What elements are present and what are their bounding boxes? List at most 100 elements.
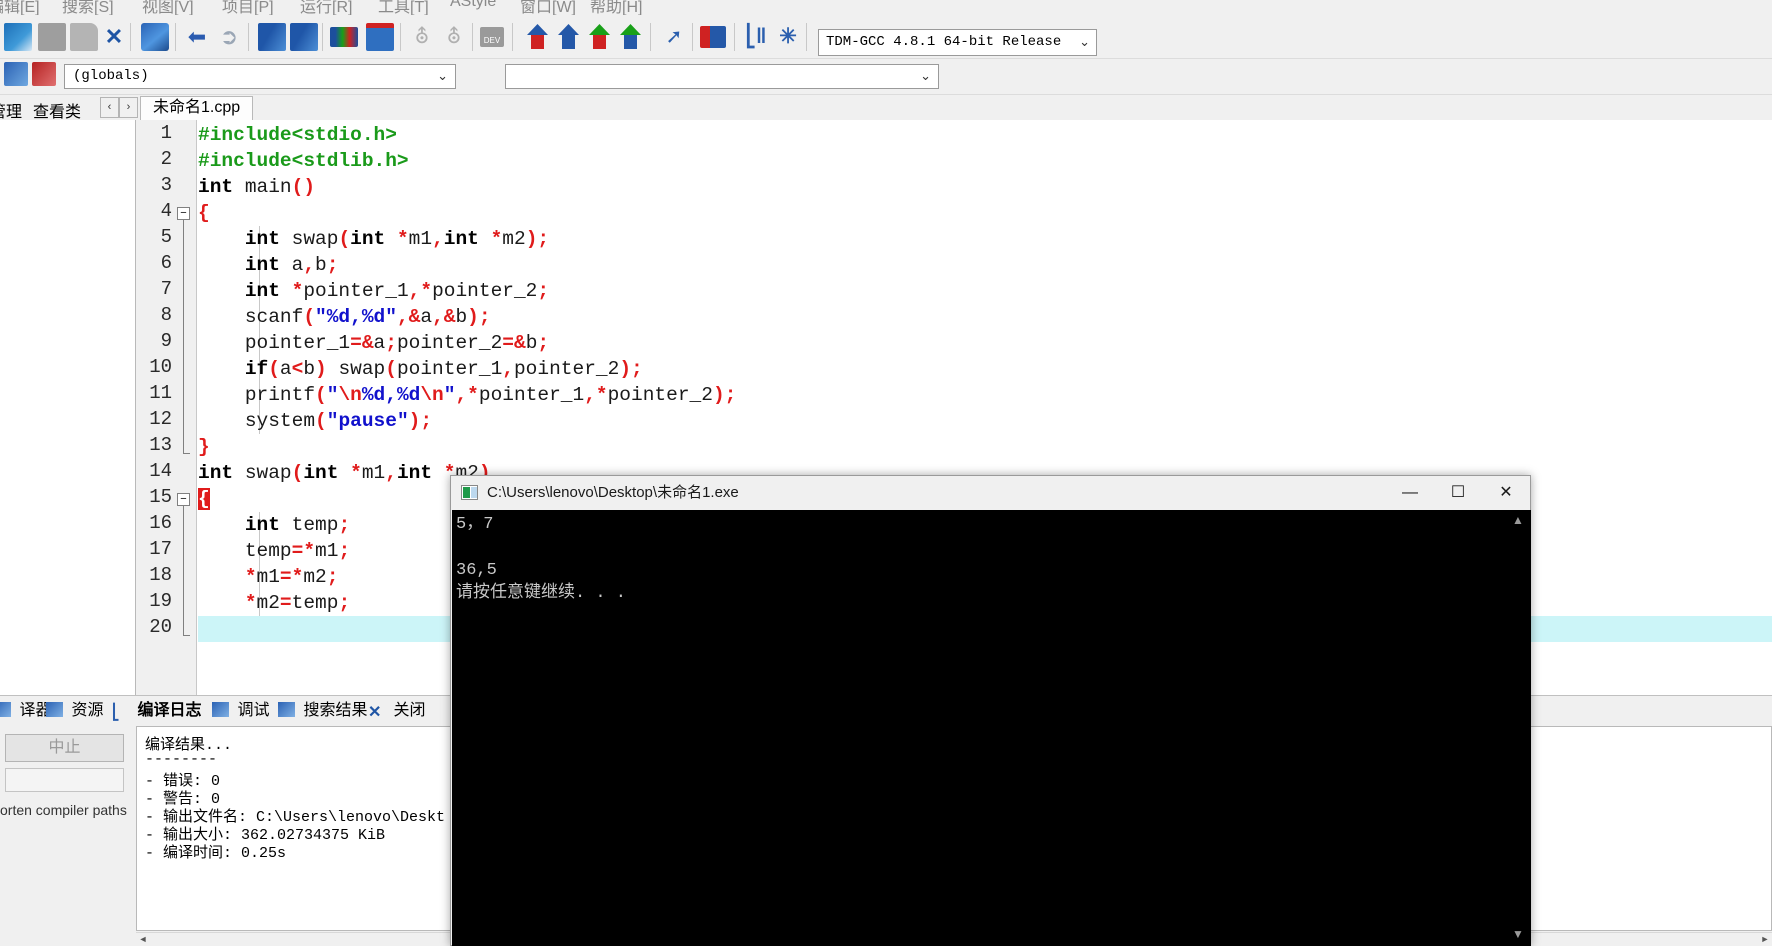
rebuild-icon[interactable]: DEV — [480, 27, 504, 47]
line-number: 16 — [149, 512, 172, 534]
menu-item-1[interactable]: 搜索[S] — [62, 0, 114, 15]
console-vertical-scrollbar[interactable]: ▲ ▼ — [1505, 510, 1531, 946]
chevron-down-icon: ⌄ — [920, 69, 931, 84]
line-number: 12 — [149, 408, 172, 430]
scroll-down-arrow-icon[interactable]: ▼ — [1505, 924, 1531, 946]
console-body[interactable]: 5，7 36,5 请按任意键继续. . . ▲ ▼ — [452, 510, 1531, 946]
menu-item-8[interactable]: 帮助[H] — [590, 0, 642, 15]
tab-debug[interactable]: 调试 — [212, 699, 269, 725]
fold-collapse-icon[interactable]: − — [177, 493, 190, 506]
tab-compiler[interactable]: 译器 — [0, 699, 51, 725]
class-browser-icon[interactable] — [4, 62, 28, 86]
console-window-title: C:\Users\lenovo\Desktop\未命名1.exe — [487, 484, 739, 501]
run-arrow-blue-icon[interactable] — [556, 23, 582, 51]
toolbar-separator — [248, 23, 249, 51]
menu-item-3[interactable]: 项目[P] — [222, 0, 274, 15]
tab-compile-log[interactable]: ⎣ 编译日志 — [112, 699, 201, 725]
tab-nav-next-button[interactable]: › — [119, 97, 138, 118]
toolbar-separator — [400, 23, 401, 51]
log-line: -------- — [145, 751, 218, 768]
scope-select[interactable]: (globals) ⌄ — [64, 64, 456, 89]
close-file-icon[interactable] — [70, 23, 98, 51]
toolbar-separator — [650, 23, 651, 51]
editor-file-tab[interactable]: 未命名1.cpp — [140, 96, 254, 120]
line-number: 11 — [149, 382, 172, 404]
tab-close-label: 关闭 — [393, 702, 426, 719]
maximize-button[interactable]: ☐ — [1434, 476, 1482, 510]
sidebar-tab-project[interactable]: 管理 — [0, 98, 22, 122]
close-button[interactable]: ✕ — [1482, 476, 1530, 510]
fold-collapse-icon[interactable]: − — [177, 207, 190, 220]
class-browser-red-icon[interactable] — [32, 62, 56, 86]
tab-resources-label: 资源 — [71, 702, 104, 719]
menu-item-7[interactable]: 窗口[W] — [520, 0, 576, 15]
tab-close[interactable]: ✕ 关闭 — [368, 699, 425, 725]
code-line: { — [198, 488, 210, 510]
compile-run-icon[interactable]: ⛢ — [440, 23, 468, 51]
chevron-down-icon: ⌄ — [437, 69, 448, 84]
fold-connector — [183, 506, 184, 636]
replace-icon[interactable] — [290, 23, 318, 51]
undo-icon[interactable]: ⬅ — [183, 23, 211, 51]
menu-item-4[interactable]: 运行[R] — [300, 0, 352, 15]
line-number: 9 — [160, 330, 172, 352]
compiler-select[interactable]: TDM-GCC 4.8.1 64-bit Release ⌄ — [818, 29, 1097, 56]
menu-item-0[interactable]: 编辑[E] — [0, 0, 40, 15]
print-icon[interactable] — [141, 23, 169, 51]
run-arrow-redgreen-icon[interactable] — [587, 23, 613, 51]
menu-item-5[interactable]: 工具[T] — [378, 0, 429, 15]
console-window[interactable]: C:\Users\lenovo\Desktop\未命名1.exe — ☐ ✕ 5… — [450, 475, 1531, 946]
tab-nav-prev-button[interactable]: ‹ — [100, 97, 119, 118]
code-line: int temp; — [244, 514, 351, 536]
compiler-select-value: TDM-GCC 4.8.1 64-bit Release — [826, 34, 1062, 50]
tab-resources[interactable]: 资源 — [46, 699, 103, 725]
fold-connector — [183, 220, 184, 454]
save-icon[interactable] — [4, 23, 32, 51]
project-panel[interactable] — [0, 120, 136, 695]
redo-icon[interactable]: ➲ — [215, 23, 243, 51]
menu-bar: 编辑[E] 搜索[S] 视图[V] 项目[P] 运行[R] 工具[T] AStyle 窗口[W… — [0, 0, 1772, 15]
console-output: 5，7 36,5 请按任意键继续. . . — [452, 510, 1505, 946]
indent-icon[interactable] — [366, 23, 394, 51]
toolbar-separator — [472, 23, 473, 51]
shorten-compiler-paths-label: orten compiler paths — [0, 802, 127, 818]
abort-button[interactable]: 中止 — [5, 734, 124, 762]
save-all-icon[interactable] — [38, 23, 66, 51]
minimize-button[interactable]: — — [1386, 476, 1434, 510]
run-arrow-red-icon[interactable] — [525, 23, 551, 51]
line-number: 20 — [149, 616, 172, 638]
sidebar-tab-classes[interactable]: 查看类 — [33, 98, 81, 122]
code-line: #include<stdlib.h> — [198, 150, 409, 172]
scroll-left-arrow-icon[interactable]: ◄ — [136, 933, 150, 946]
console-app-icon — [461, 485, 478, 500]
profile-icon[interactable]: ✳ — [774, 23, 802, 51]
debug-icon[interactable]: ⎣‖ — [742, 23, 770, 51]
code-line: } — [198, 436, 210, 458]
menu-item-6[interactable]: AStyle — [450, 0, 496, 11]
scroll-up-arrow-icon[interactable]: ▲ — [1505, 510, 1531, 532]
compiler-icon — [0, 702, 11, 717]
run-arrow-bluegreen-icon[interactable] — [618, 23, 644, 51]
scope-select-value: (globals) — [73, 68, 149, 84]
tab-compile-log-label: 编译日志 — [137, 702, 202, 719]
program-exit-icon[interactable] — [700, 26, 726, 48]
close-all-icon[interactable]: ✕ — [100, 23, 128, 51]
menu-item-2[interactable]: 视图[V] — [142, 0, 194, 15]
stop-execution-icon[interactable]: ➚ — [660, 23, 688, 51]
line-number: 17 — [149, 538, 172, 560]
goto-line-icon[interactable] — [330, 27, 358, 47]
scroll-right-arrow-icon[interactable]: ► — [1758, 933, 1772, 946]
find-icon[interactable] — [258, 23, 286, 51]
tab-search-results[interactable]: 搜索结果 — [278, 699, 367, 725]
line-number: 5 — [160, 226, 172, 248]
console-output-line: 请按任意键继续. . . — [456, 584, 627, 603]
toolbar-separator — [130, 23, 131, 51]
resource-icon — [46, 702, 63, 717]
line-number: 3 — [160, 174, 172, 196]
symbol-select[interactable]: ⌄ — [505, 64, 939, 89]
compile-icon[interactable]: ⛢ — [408, 23, 436, 51]
search-icon — [278, 702, 295, 717]
console-output-line: 5，7 — [456, 515, 494, 534]
console-title-bar[interactable]: C:\Users\lenovo\Desktop\未命名1.exe — ☐ ✕ — [451, 476, 1530, 510]
